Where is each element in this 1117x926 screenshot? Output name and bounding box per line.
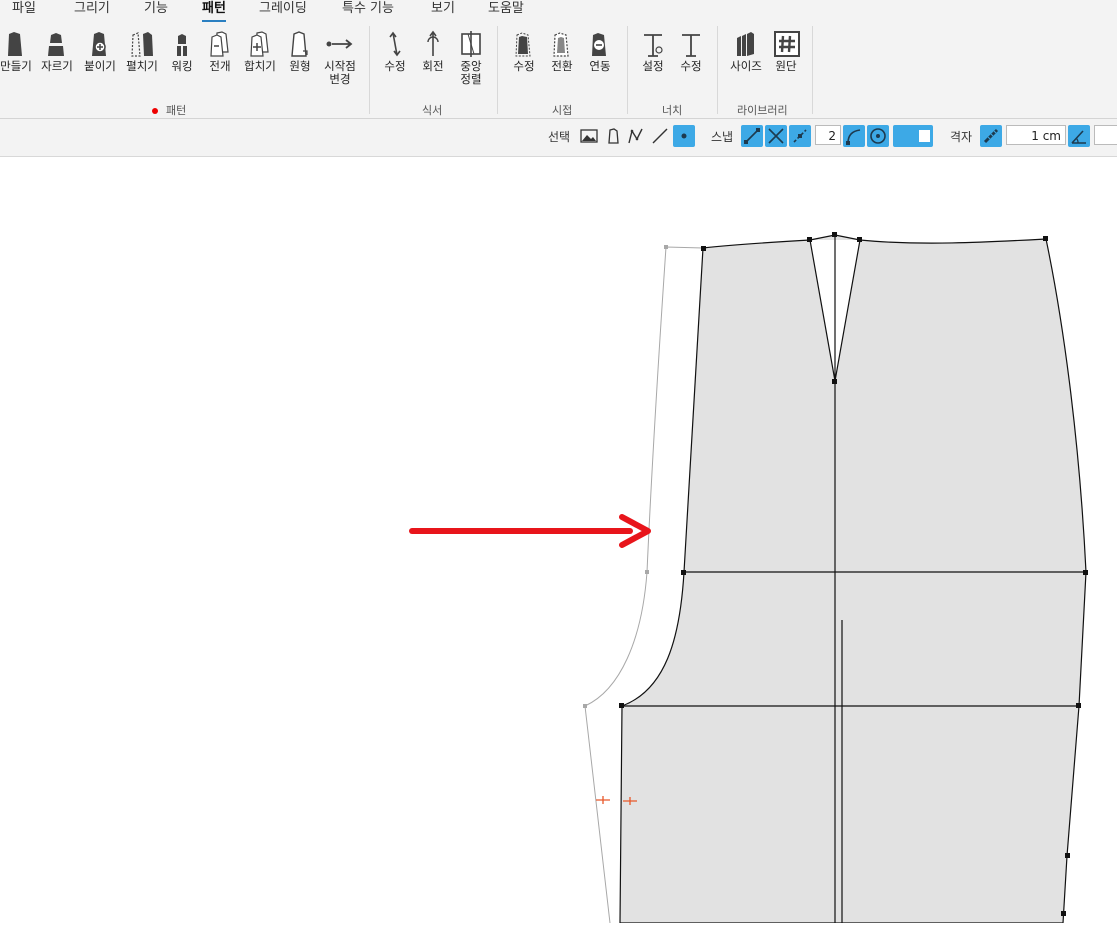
pattern-point[interactable] bbox=[1065, 853, 1070, 858]
tool-walking[interactable]: 워킹 bbox=[162, 26, 202, 73]
seam-point[interactable] bbox=[583, 704, 587, 708]
ribbon-separator bbox=[497, 26, 498, 114]
pattern-point[interactable] bbox=[832, 232, 837, 237]
tool-seam-link[interactable]: 연동 bbox=[580, 26, 620, 73]
seam-convert-icon bbox=[553, 32, 569, 57]
notch-edit-icon bbox=[682, 34, 700, 57]
menu-view[interactable]: 보기 bbox=[431, 0, 455, 20]
pattern-point[interactable] bbox=[1043, 236, 1048, 241]
menu-function[interactable]: 기능 bbox=[144, 0, 168, 20]
pattern-point[interactable] bbox=[619, 703, 624, 708]
tool-original[interactable]: 원형 bbox=[280, 26, 320, 73]
fabric-grid-icon bbox=[774, 31, 800, 57]
grid-angle-input[interactable] bbox=[1094, 125, 1117, 145]
menu-help[interactable]: 도움말 bbox=[488, 0, 524, 20]
ribbon-separator bbox=[812, 26, 813, 114]
snap-intersection-button[interactable] bbox=[765, 125, 787, 147]
menu-grading[interactable]: 그레이딩 bbox=[259, 0, 307, 20]
tool-merge[interactable]: 합치기 bbox=[240, 26, 280, 73]
tool-attach[interactable]: 붙이기 bbox=[80, 26, 120, 73]
options-bar: 선택 스냅 2 격자 1 cm bbox=[0, 119, 1117, 157]
ribbon-separator bbox=[369, 26, 370, 114]
notch-mark[interactable] bbox=[596, 796, 610, 804]
pattern-point[interactable] bbox=[1061, 911, 1066, 916]
ribbon-toolbar: 만들기 자르기 붙이기 펼치기 워킹 전개 합치기 원형 시작점 변경 수정 회… bbox=[0, 22, 1117, 119]
tool-seam-edit[interactable]: 수정 bbox=[504, 26, 544, 73]
snap-label: 스냅 bbox=[711, 130, 734, 144]
ribbon-separator bbox=[717, 26, 718, 114]
menu-draw[interactable]: 그리기 bbox=[74, 0, 110, 20]
seam-point[interactable] bbox=[645, 570, 649, 574]
snap-center-button[interactable] bbox=[867, 125, 889, 147]
tool-cut[interactable]: 자르기 bbox=[37, 26, 77, 73]
tool-grain-edit[interactable]: 수정 bbox=[375, 26, 415, 73]
group-label-library: 라이브러리 bbox=[737, 104, 788, 117]
snap-toggle[interactable] bbox=[893, 125, 933, 147]
grain-rotate-icon bbox=[427, 30, 439, 56]
tool-size[interactable]: 사이즈 bbox=[726, 26, 766, 73]
pattern-spread-icon bbox=[131, 32, 153, 57]
pattern-walking-icon bbox=[177, 34, 187, 56]
tool-create[interactable]: 만들기 bbox=[0, 26, 36, 73]
pattern-develop-icon bbox=[210, 31, 229, 57]
tool-grain-rotate[interactable]: 회전 bbox=[413, 26, 453, 73]
group-label-seam: 시접 bbox=[552, 104, 573, 117]
size-library-icon bbox=[737, 32, 754, 56]
ribbon-separator bbox=[627, 26, 628, 114]
pattern-create-icon bbox=[8, 32, 22, 56]
notch-set-icon bbox=[644, 34, 663, 57]
pattern-point[interactable] bbox=[857, 237, 862, 242]
pattern-point[interactable] bbox=[807, 237, 812, 242]
pattern-point[interactable] bbox=[1083, 570, 1088, 575]
seam-point[interactable] bbox=[664, 245, 668, 249]
pattern-canvas-svg[interactable] bbox=[0, 157, 1117, 924]
pattern-point[interactable] bbox=[701, 246, 706, 251]
menu-bar: 파일 그리기 기능 패턴 그레이딩 특수 기능 보기 도움말 bbox=[0, 0, 1117, 22]
line-select-icon[interactable] bbox=[649, 125, 671, 147]
image-select-icon[interactable] bbox=[578, 125, 600, 147]
pattern-point[interactable] bbox=[681, 570, 686, 575]
pattern-point[interactable] bbox=[1076, 703, 1081, 708]
grid-ruler-button[interactable] bbox=[980, 125, 1002, 147]
grid-size-input[interactable]: 1 cm bbox=[1006, 125, 1066, 145]
grain-edit-icon bbox=[389, 31, 401, 57]
tool-change-start-point[interactable]: 시작점 변경 bbox=[320, 26, 360, 86]
tool-notch-set[interactable]: 설정 bbox=[633, 26, 673, 73]
pattern-select-icon[interactable] bbox=[602, 125, 624, 147]
group-label-notch: 너치 bbox=[662, 104, 683, 117]
pattern-cut-icon bbox=[48, 33, 64, 56]
pattern-attach-icon bbox=[92, 32, 106, 56]
grid-angle-button[interactable] bbox=[1068, 125, 1090, 147]
pattern-piece[interactable] bbox=[619, 238, 1087, 924]
start-point-arrow-icon bbox=[326, 39, 353, 49]
group-label-grain: 식서 bbox=[422, 104, 443, 117]
menu-pattern[interactable]: 패턴 bbox=[202, 0, 226, 22]
menu-special-functions[interactable]: 특수 기능 bbox=[342, 0, 394, 20]
snap-division-button[interactable] bbox=[789, 125, 811, 147]
snap-division-input[interactable]: 2 bbox=[815, 125, 841, 145]
annotation-arrow-icon bbox=[409, 514, 651, 548]
snap-endpoint-button[interactable] bbox=[741, 125, 763, 147]
tool-seam-convert[interactable]: 전환 bbox=[542, 26, 582, 73]
pattern-merge-icon bbox=[250, 31, 269, 57]
tool-notch-edit[interactable]: 수정 bbox=[671, 26, 711, 73]
grain-center-align-icon bbox=[461, 31, 481, 57]
tool-fabric[interactable]: 원단 bbox=[766, 26, 806, 73]
menu-file[interactable]: 파일 bbox=[12, 0, 36, 20]
polyline-select-icon[interactable] bbox=[625, 125, 647, 147]
active-group-dot bbox=[152, 108, 158, 114]
point-select-button[interactable] bbox=[673, 125, 695, 147]
select-label: 선택 bbox=[548, 130, 571, 144]
seam-link-icon bbox=[592, 33, 606, 56]
group-label-pattern: 패턴 bbox=[152, 102, 186, 118]
pattern-point[interactable] bbox=[832, 379, 837, 384]
drawing-canvas[interactable] bbox=[0, 157, 1117, 924]
tool-develop[interactable]: 전개 bbox=[200, 26, 240, 73]
grid-label: 격자 bbox=[950, 130, 973, 144]
pattern-original-icon bbox=[291, 31, 308, 57]
tool-grain-center-align[interactable]: 중앙 정렬 bbox=[451, 26, 491, 86]
snap-curve-button[interactable] bbox=[843, 125, 865, 147]
tool-spread[interactable]: 펼치기 bbox=[122, 26, 162, 73]
seam-edit-icon bbox=[515, 32, 531, 57]
